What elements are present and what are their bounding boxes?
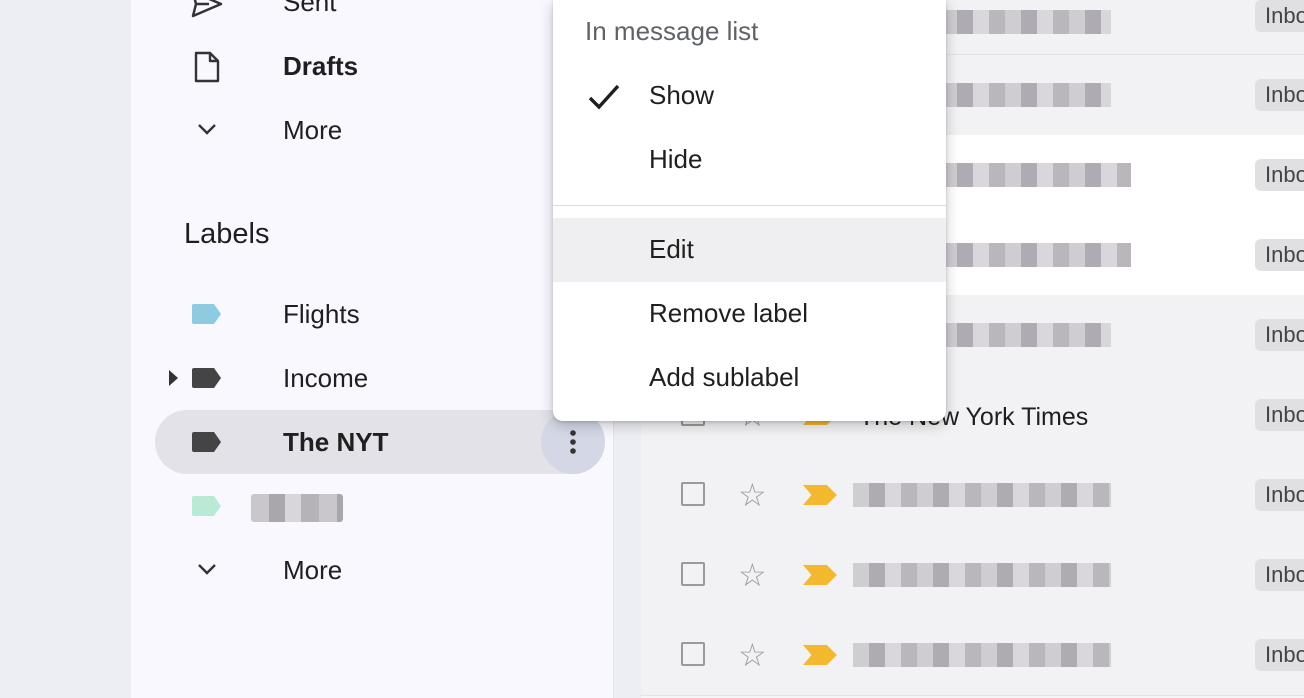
draft-file-icon bbox=[194, 51, 220, 83]
inbox-chip: Inbox bbox=[1255, 0, 1304, 32]
blurred-sender bbox=[941, 163, 1131, 187]
check-icon bbox=[588, 84, 620, 110]
star-icon[interactable]: ☆ bbox=[738, 475, 767, 515]
menu-item-label: Remove label bbox=[649, 298, 808, 328]
sidebar-item-label: The NYT bbox=[283, 426, 389, 457]
inbox-chip: Inbox bbox=[1255, 239, 1304, 271]
chevron-down-icon bbox=[198, 124, 216, 135]
important-marker-icon[interactable] bbox=[803, 485, 837, 505]
labels-heading: Labels bbox=[184, 218, 270, 250]
inbox-chip: Inbox bbox=[1255, 559, 1304, 591]
menu-item-show[interactable]: Show bbox=[553, 64, 946, 128]
menu-item-edit[interactable]: Edit bbox=[553, 218, 946, 282]
label-tag-icon bbox=[192, 368, 221, 388]
star-icon[interactable]: ☆ bbox=[738, 555, 767, 595]
blurred-sender bbox=[941, 10, 1111, 34]
chevron-down-icon bbox=[198, 564, 216, 575]
menu-divider bbox=[553, 205, 946, 206]
sidebar-item-label: Flights bbox=[283, 298, 360, 329]
menu-item-label: Add sublabel bbox=[649, 362, 800, 392]
sidebar: Sent Drafts More Labels Flights Income T… bbox=[131, 0, 614, 698]
row-checkbox[interactable] bbox=[681, 562, 705, 586]
blurred-sender bbox=[853, 643, 1111, 667]
blurred-sender bbox=[853, 483, 1111, 507]
table-row[interactable]: ☆ Inbox bbox=[641, 615, 1304, 696]
blurred-sender bbox=[853, 563, 1111, 587]
important-marker-icon[interactable] bbox=[803, 645, 837, 665]
menu-item-remove-label[interactable]: Remove label bbox=[553, 282, 946, 346]
expand-caret-icon[interactable] bbox=[169, 370, 178, 386]
blurred-sender bbox=[941, 83, 1111, 107]
inbox-chip: Inbox bbox=[1255, 399, 1304, 431]
row-checkbox[interactable] bbox=[681, 642, 705, 666]
menu-item-label: Show bbox=[649, 80, 715, 110]
sidebar-item-label: More bbox=[283, 114, 343, 145]
sidebar-item-label: Sent bbox=[283, 0, 337, 17]
inbox-chip: Inbox bbox=[1255, 159, 1304, 191]
send-icon bbox=[191, 0, 223, 18]
more-vert-icon bbox=[570, 430, 576, 454]
label-tag-icon bbox=[192, 304, 221, 324]
blurred-sender bbox=[941, 323, 1111, 347]
star-icon[interactable]: ☆ bbox=[738, 635, 767, 675]
label-tag-icon bbox=[192, 496, 221, 516]
left-gutter bbox=[0, 0, 131, 698]
table-row[interactable]: ☆ Inbox bbox=[641, 455, 1304, 536]
menu-item-label: Hide bbox=[649, 144, 703, 174]
label-tag-icon bbox=[192, 432, 221, 452]
important-marker-icon[interactable] bbox=[803, 565, 837, 585]
inbox-chip: Inbox bbox=[1255, 79, 1304, 111]
blurred-sender bbox=[941, 243, 1131, 267]
menu-item-label: Edit bbox=[649, 234, 694, 264]
row-checkbox[interactable] bbox=[681, 482, 705, 506]
menu-item-hide[interactable]: Hide bbox=[553, 128, 946, 192]
menu-item-add-sublabel[interactable]: Add sublabel bbox=[553, 346, 946, 410]
table-row[interactable]: ☆ Inbox bbox=[641, 535, 1304, 616]
sidebar-item-label: More bbox=[283, 554, 343, 585]
inbox-chip: Inbox bbox=[1255, 479, 1304, 511]
sidebar-item-label: Drafts bbox=[283, 50, 359, 81]
sidebar-item-label: Income bbox=[283, 362, 369, 393]
blurred-label-text bbox=[251, 494, 343, 522]
inbox-chip: Inbox bbox=[1255, 319, 1304, 351]
inbox-chip: Inbox bbox=[1255, 639, 1304, 671]
label-options-menu: In message list Show Hide Edit Remove la… bbox=[553, 0, 946, 421]
menu-section-heading: In message list bbox=[585, 16, 759, 46]
